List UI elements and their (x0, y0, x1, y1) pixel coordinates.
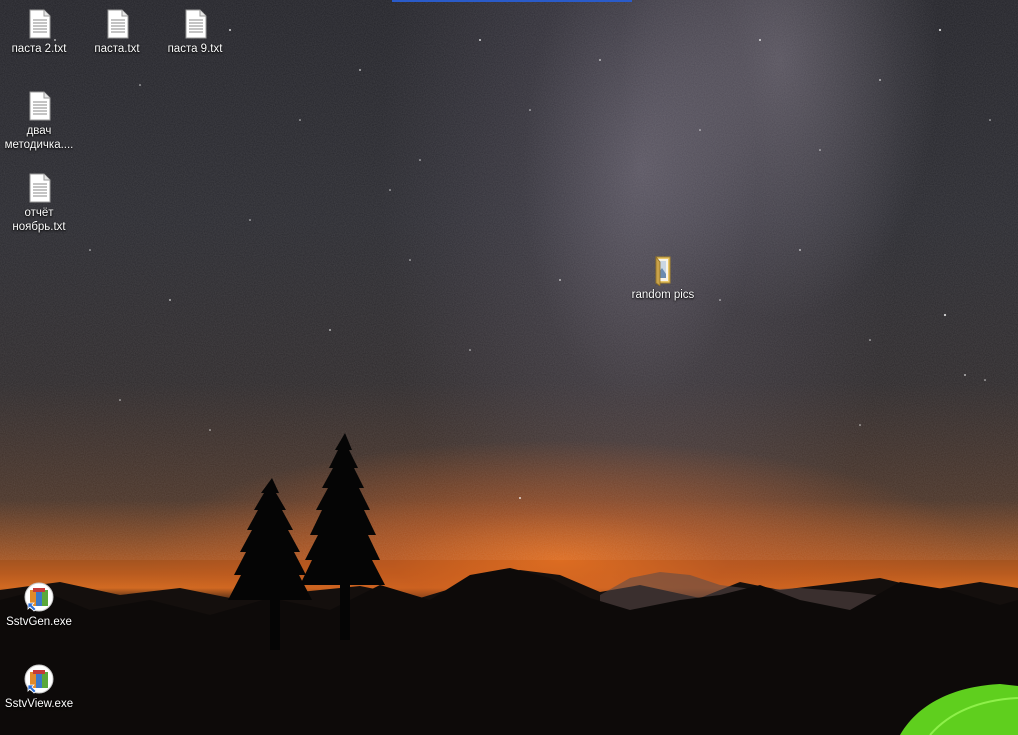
icon-label: SstvView.exe (4, 698, 74, 710)
icon-label-line2: методичка.... (4, 139, 74, 151)
desktop-icon-pasta-9[interactable]: паста 9.txt (156, 8, 234, 56)
desktop-icon-pasta-2[interactable]: паста 2.txt (0, 8, 78, 56)
folder-icon (655, 255, 671, 286)
text-file-icon (29, 9, 51, 39)
icon-label-line1: двач (26, 125, 52, 137)
text-file-icon (107, 9, 129, 39)
desktop[interactable]: паста 2.txt паста.txt паста 9.txt двач м… (0, 0, 1018, 735)
sstv-app-icon (24, 664, 54, 694)
wallpaper-night-sky (0, 0, 1018, 735)
desktop-icon-otchet-noyabr[interactable]: отчёт ноябрь.txt (0, 172, 78, 234)
icon-label-line1: отчёт (24, 207, 54, 219)
text-file-icon (29, 173, 51, 203)
icon-label: SstvGen.exe (6, 616, 72, 628)
desktop-icon-random-pics[interactable]: random pics (624, 254, 702, 302)
taskbar-strip (392, 0, 632, 2)
icon-label: паста.txt (94, 43, 140, 55)
icon-label: паста 2.txt (11, 43, 67, 55)
icon-label: random pics (631, 289, 695, 301)
desktop-icon-pasta[interactable]: паста.txt (78, 8, 156, 56)
desktop-icon-sstvgen[interactable]: SstvGen.exe (0, 581, 78, 629)
icon-label-line2: ноябрь.txt (12, 221, 66, 233)
sstv-app-icon (24, 582, 54, 612)
desktop-icon-sstvview[interactable]: SstvView.exe (0, 663, 78, 711)
text-file-icon (29, 91, 51, 121)
desktop-icon-dvach-metodichka[interactable]: двач методичка.... (0, 90, 78, 152)
text-file-icon (185, 9, 207, 39)
icon-label: паста 9.txt (167, 43, 223, 55)
